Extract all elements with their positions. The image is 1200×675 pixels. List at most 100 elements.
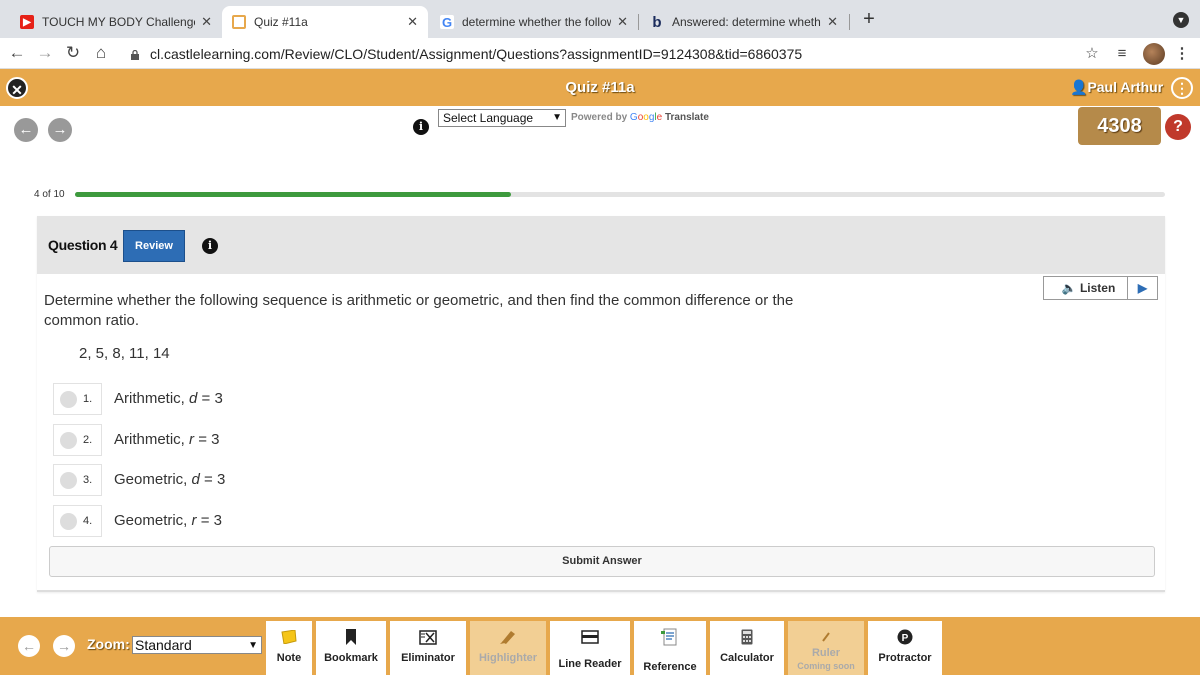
help-button[interactable]: ?	[1165, 114, 1191, 140]
sub-header: ← → i Select Language ▼ Powered by Googl…	[0, 106, 1200, 150]
new-tab-icon[interactable]: +	[858, 8, 880, 30]
question-info-icon[interactable]: i	[202, 238, 218, 254]
choice-number: 2.	[83, 434, 93, 446]
ruler-label: Ruler	[811, 647, 841, 659]
answer-choice-4[interactable]: 4. Geometric, r = 3	[53, 505, 353, 537]
next-question-button[interactable]: →	[48, 118, 72, 142]
highlighter-tool[interactable]: Highlighter	[470, 621, 546, 675]
previous-question-button[interactable]: ←	[18, 635, 40, 657]
bottom-toolbar: ← → Zoom: Standard ▼ Note Bookmark Elimi…	[0, 617, 1200, 675]
zoom-select-value: Standard	[135, 637, 192, 653]
choice-number: 4.	[83, 515, 93, 527]
protractor-icon: P	[868, 628, 942, 646]
listen-text: Listen	[1079, 281, 1116, 295]
language-select[interactable]: Select Language ▼	[438, 109, 566, 127]
url-field[interactable]: cl.castlelearning.com/Review/CLO/Student…	[130, 43, 1110, 65]
choice-box[interactable]: 2.	[53, 424, 102, 456]
tab-title: Answered: determine whether	[672, 15, 822, 29]
bookmark-tool[interactable]: Bookmark	[316, 621, 386, 675]
submit-answer-button[interactable]: Submit Answer	[49, 546, 1155, 577]
home-icon[interactable]: ⌂	[90, 42, 112, 64]
choice-box[interactable]: 1.	[53, 383, 102, 415]
close-quiz-button[interactable]: ✕	[6, 77, 28, 99]
powered-by-text: Powered by	[571, 112, 628, 123]
choice-number: 3.	[83, 474, 93, 486]
calculator-tool[interactable]: Calculator	[710, 621, 784, 675]
tab-search-icon[interactable]: ▼	[1173, 12, 1189, 28]
choice-box[interactable]: 4.	[53, 505, 102, 537]
reference-tool[interactable]: Reference	[634, 621, 706, 675]
chevron-down-icon: ▼	[248, 640, 258, 651]
forward-arrow-icon[interactable]: →	[34, 42, 56, 64]
browser-tab-strip: ▶ TOUCH MY BODY Challenge w ✕ Quiz #11a …	[0, 0, 1200, 38]
close-icon[interactable]: ✕	[201, 14, 212, 30]
previous-question-button[interactable]: ←	[14, 118, 38, 142]
browser-tab-youtube[interactable]: ▶ TOUCH MY BODY Challenge w ✕	[10, 6, 222, 38]
note-tool[interactable]: Note	[266, 621, 312, 675]
radio-button[interactable]	[60, 432, 77, 449]
note-icon	[266, 628, 312, 646]
powered-by-google-translate: Powered by Google Translate	[571, 112, 709, 123]
user-name[interactable]: 👤Paul Arthur	[1070, 69, 1163, 106]
google-logo: Google	[629, 112, 663, 123]
lock-icon	[131, 50, 139, 60]
language-select-value: Select Language	[443, 111, 534, 125]
reference-icon	[634, 628, 706, 646]
browser-tab-quiz[interactable]: Quiz #11a ✕	[222, 6, 428, 38]
ruler-tool[interactable]: Ruler Coming soon	[788, 621, 864, 675]
app-menu-icon[interactable]: ⋮	[1171, 77, 1193, 99]
browser-tab-google[interactable]: G determine whether the followin ✕	[430, 6, 638, 38]
choice-number: 1.	[83, 393, 93, 405]
note-label: Note	[276, 652, 302, 664]
translate-link[interactable]: Translate	[665, 112, 709, 123]
bartleby-icon: b	[652, 13, 662, 31]
line-reader-tool[interactable]: Line Reader	[550, 621, 630, 675]
listen-label: 🔈 Listen	[1044, 281, 1127, 295]
eliminator-icon	[390, 628, 466, 646]
next-question-button[interactable]: →	[53, 635, 75, 657]
radio-button[interactable]	[60, 472, 77, 489]
eliminator-label: Eliminator	[401, 652, 455, 664]
answer-choice-3[interactable]: 3. Geometric, d = 3	[53, 464, 353, 496]
play-icon[interactable]: ▶	[1127, 277, 1157, 299]
close-icon[interactable]: ✕	[407, 14, 418, 30]
user-icon: 👤	[1070, 79, 1088, 95]
profile-avatar[interactable]	[1143, 43, 1165, 65]
browser-address-bar: ← → ↻ ⌂ cl.castlelearning.com/Review/CLO…	[0, 38, 1200, 69]
reference-label: Reference	[643, 661, 697, 673]
svg-text:P: P	[902, 633, 909, 644]
highlighter-label: Highlighter	[478, 652, 538, 664]
radio-button[interactable]	[60, 513, 77, 530]
eliminator-tool[interactable]: Eliminator	[390, 621, 466, 675]
info-icon[interactable]: i	[413, 119, 429, 135]
radio-button[interactable]	[60, 391, 77, 408]
reload-icon[interactable]: ↻	[62, 42, 84, 64]
highlighter-icon	[470, 628, 546, 646]
choice-box[interactable]: 3.	[53, 464, 102, 496]
answer-choice-2[interactable]: 2. Arithmetic, r = 3	[53, 424, 353, 456]
ruler-icon	[788, 628, 864, 646]
protractor-tool[interactable]: P Protractor	[868, 621, 942, 675]
kebab-menu-icon[interactable]: ⋮	[1172, 44, 1192, 64]
listen-button[interactable]: 🔈 Listen ▶	[1043, 276, 1158, 300]
tab-title: Quiz #11a	[254, 15, 308, 29]
question-prompt: Determine whether the following sequence…	[44, 292, 794, 329]
choice-text: Geometric, r = 3	[114, 512, 222, 529]
browser-tab-bartleby[interactable]: b Answered: determine whether ✕	[640, 6, 848, 38]
tab-divider	[849, 14, 850, 30]
calculator-label: Calculator	[720, 652, 774, 664]
progress-bar	[75, 192, 1165, 197]
close-icon[interactable]: ✕	[827, 14, 838, 30]
back-arrow-icon[interactable]: ←	[6, 42, 28, 64]
progress-label: 4 of 10	[34, 189, 65, 200]
line-reader-label: Line Reader	[558, 658, 622, 670]
zoom-select[interactable]: Standard ▼	[132, 636, 262, 654]
star-icon[interactable]: ☆	[1082, 44, 1102, 64]
question-header: Question 4 Review i	[37, 216, 1165, 274]
url-text: cl.castlelearning.com/Review/CLO/Student…	[150, 46, 803, 62]
reading-list-icon[interactable]: ≡	[1112, 44, 1132, 64]
review-button[interactable]: Review	[123, 230, 185, 262]
close-icon[interactable]: ✕	[617, 14, 628, 30]
answer-choice-1[interactable]: 1. Arithmetic, d = 3	[53, 383, 353, 415]
google-icon: G	[440, 14, 454, 30]
